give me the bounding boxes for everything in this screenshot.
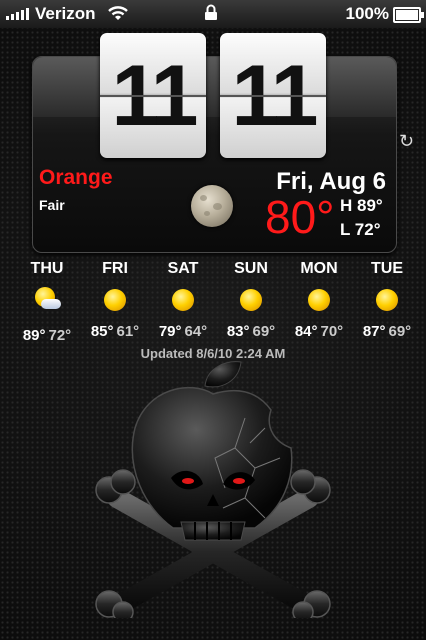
forecast-day-name: TUE <box>371 260 403 277</box>
forecast-low: 61° <box>116 323 140 340</box>
forecast-day-name: FRI <box>102 260 128 277</box>
partly-sunny-icon <box>32 285 62 315</box>
forecast-low: 70° <box>320 323 344 340</box>
location-name: Orange <box>39 166 113 189</box>
status-bar: Verizon 100% <box>0 0 426 28</box>
forecast-day: TUE 87° 69° <box>353 258 421 344</box>
sun-icon <box>240 289 262 311</box>
forecast-day: FRI 85° 61° <box>81 258 149 344</box>
battery-icon <box>393 7 424 23</box>
forecast-low: 69° <box>252 323 276 340</box>
forecast-low: 72° <box>48 327 72 344</box>
sun-icon <box>308 289 330 311</box>
full-moon-icon <box>191 185 233 227</box>
flip-clock-minutes: 11 <box>220 33 326 158</box>
forecast-day-name: SUN <box>234 260 268 277</box>
forecast-high: 79° <box>158 323 182 340</box>
forecast-day: SUN 83° 69° <box>217 258 285 344</box>
clock-hours: 11 <box>111 48 199 144</box>
pirate-apple-skull-art <box>95 361 331 618</box>
forecast-temps: 87° 69° <box>353 323 421 340</box>
forecast-temps: 84° 70° <box>285 323 353 340</box>
refresh-icon[interactable]: ↻ <box>399 131 414 152</box>
clock-minutes: 11 <box>231 48 319 144</box>
sun-icon <box>104 289 126 311</box>
carrier-name: Verizon <box>35 4 96 23</box>
sun-icon <box>376 289 398 311</box>
battery-percent: 100% <box>345 4 389 23</box>
forecast-temps: 89° 72° <box>13 327 81 344</box>
forecast-day-name: SAT <box>167 260 199 277</box>
forecast-low: 69° <box>388 323 412 340</box>
weather-condition: Fair <box>39 197 65 213</box>
forecast-row: THU 89° 72° FRI 85° 61° SAT 79° 64° SUN 83°… <box>13 258 423 344</box>
flip-clock-hours: 11 <box>100 33 206 158</box>
forecast-high: 83° <box>226 323 250 340</box>
sun-icon <box>172 289 194 311</box>
forecast-high: 85° <box>90 323 114 340</box>
forecast-day-name: MON <box>300 260 338 277</box>
forecast-temps: 83° 69° <box>217 323 285 340</box>
forecast-high: 84° <box>294 323 318 340</box>
forecast-high: 87° <box>362 323 386 340</box>
forecast-day: SAT 79° 64° <box>149 258 217 344</box>
forecast-temps: 79° 64° <box>149 323 217 340</box>
signal-bars-icon <box>6 8 29 20</box>
forecast-day: THU 89° 72° <box>13 258 81 344</box>
forecast-day-name: THU <box>30 260 64 277</box>
current-temperature: 80° <box>265 191 335 243</box>
high-temperature: H 89° <box>340 196 383 215</box>
forecast-low: 64° <box>184 323 208 340</box>
forecast-day: MON 84° 70° <box>285 258 353 344</box>
low-temperature: L 72° <box>340 220 381 239</box>
forecast-high: 89° <box>22 327 46 344</box>
lock-icon <box>205 4 217 20</box>
forecast-temps: 85° 61° <box>81 323 149 340</box>
wifi-icon <box>108 6 128 20</box>
